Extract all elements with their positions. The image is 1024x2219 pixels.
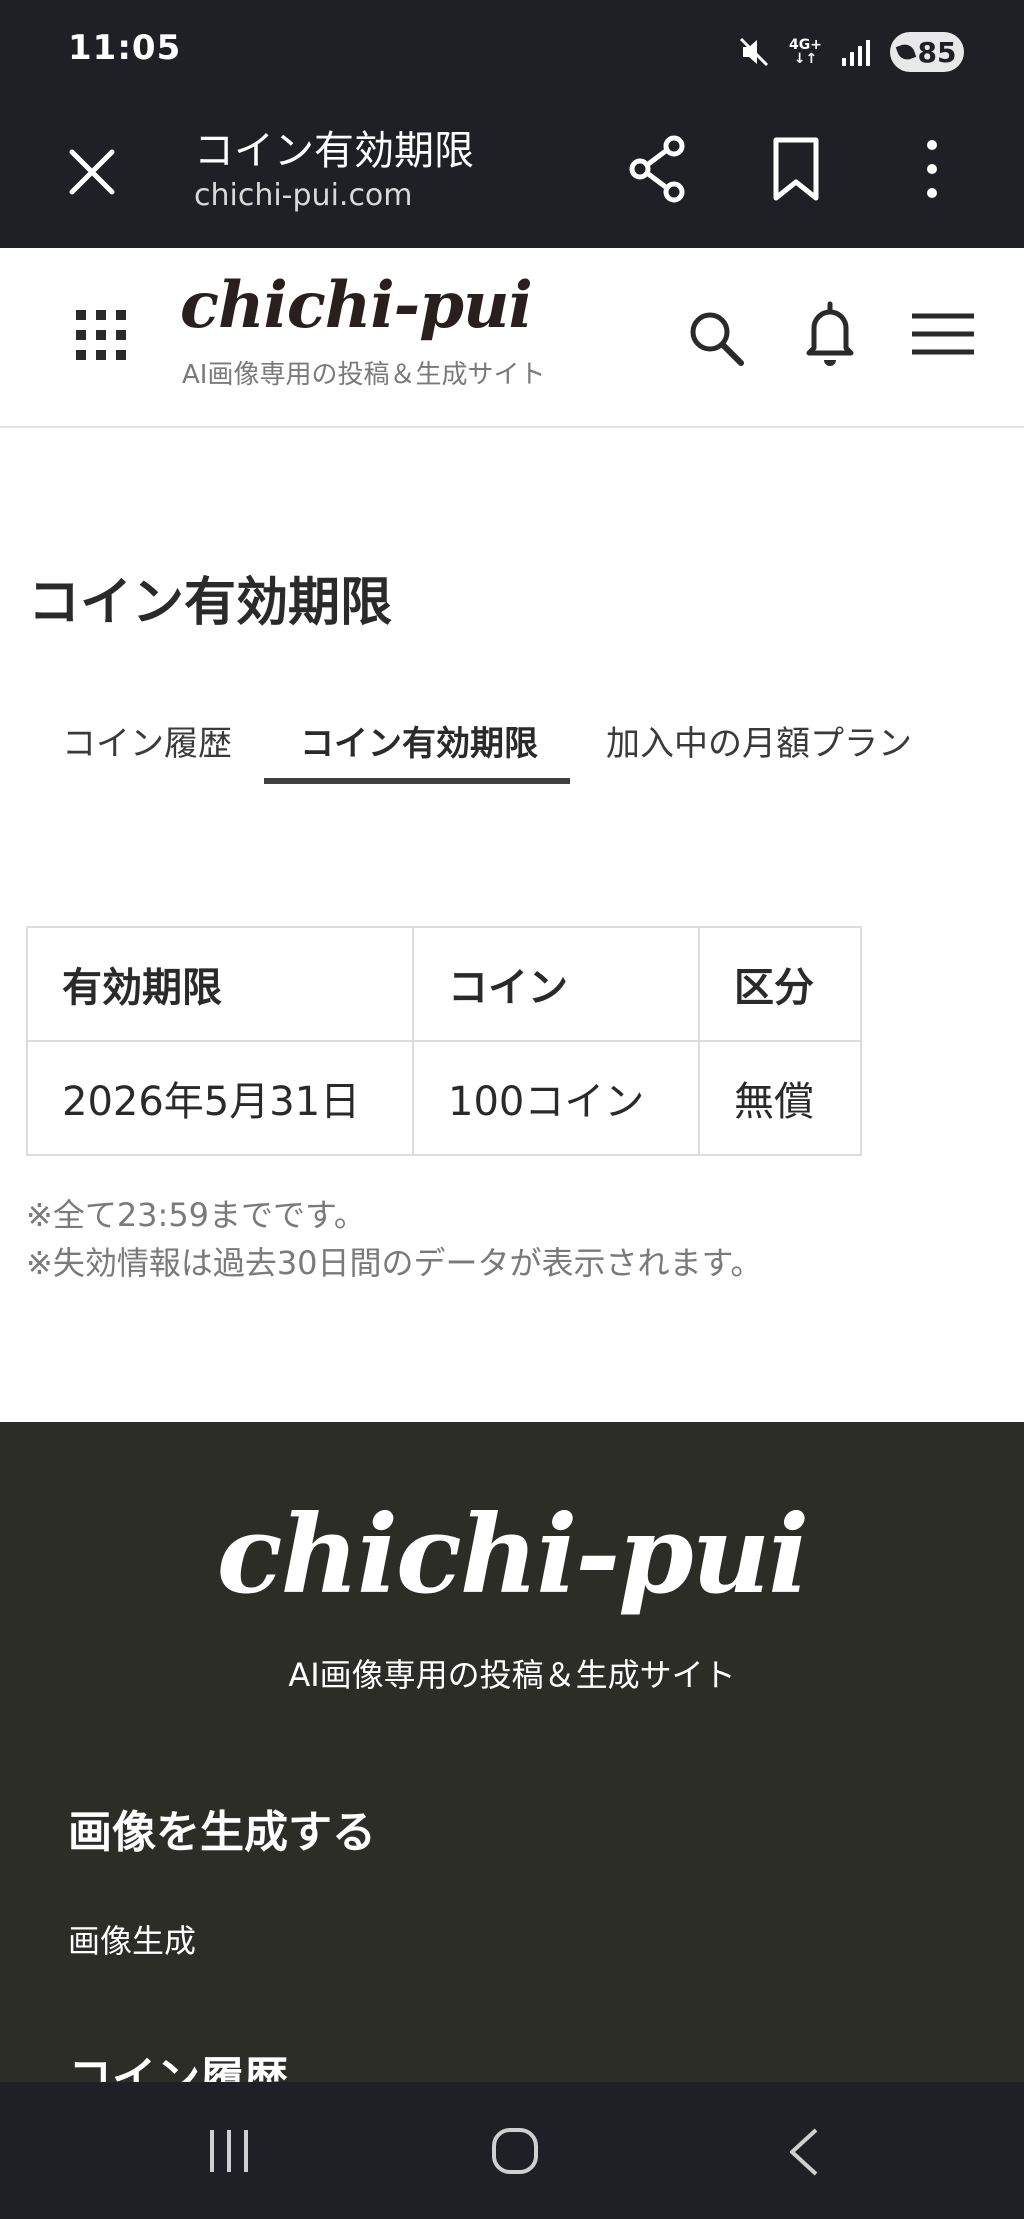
footer-logo[interactable]: chichi-pui — [0, 1492, 1024, 1618]
status-time: 11:05 — [68, 28, 182, 68]
search-icon[interactable] — [686, 308, 746, 368]
footer-tagline: AI画像専用の投稿＆生成サイト — [288, 1656, 736, 1694]
tab-coin-history[interactable]: コイン履歴 — [62, 716, 232, 765]
cell-expiry-date: 2026年5月31日 — [26, 1040, 414, 1156]
home-icon[interactable] — [490, 2126, 540, 2176]
recent-apps-icon[interactable] — [206, 2128, 252, 2174]
mute-icon — [739, 37, 769, 67]
bookmark-icon[interactable] — [766, 136, 826, 202]
close-icon[interactable] — [62, 142, 122, 202]
header-expiry: 有効期限 — [26, 926, 414, 1042]
battery-icon: 85 — [890, 32, 964, 72]
site-header: chichi-pui AI画像専用の投稿＆生成サイト — [0, 248, 1024, 428]
coin-expiry-table: 有効期限 コイン 区分 2026年5月31日 100コイン 無償 — [26, 926, 862, 1156]
site-logo[interactable]: chichi-pui — [180, 268, 533, 343]
page-title: コイン有効期限 — [28, 573, 393, 633]
cell-category: 無償 — [698, 1040, 862, 1156]
network-indicator: 4G+ ↓↑ — [789, 37, 822, 67]
tab-monthly-plan[interactable]: 加入中の月額プラン — [606, 716, 912, 765]
active-tab-indicator — [264, 778, 570, 784]
status-bar: 11:05 4G+ ↓↑ 85 — [0, 0, 1024, 104]
tab-bar: コイン履歴 コイン有効期限 加入中の月額プラン — [28, 700, 1024, 790]
site-tagline: AI画像専用の投稿＆生成サイト — [182, 360, 546, 390]
tab-coin-expiry[interactable]: コイン有効期限 — [300, 716, 538, 765]
footer-section-generate: 画像を生成する — [68, 1807, 376, 1858]
back-icon[interactable] — [784, 2126, 824, 2178]
browser-toolbar: コイン有効期限 chichi-pui.com — [0, 104, 1024, 248]
signal-icon — [842, 40, 870, 66]
note-time: ※全て23:59までです。 — [26, 1196, 366, 1234]
notification-bell-icon[interactable] — [802, 300, 858, 368]
table-header-row: 有効期限 コイン 区分 — [26, 926, 862, 1042]
site-footer: chichi-pui AI画像専用の投稿＆生成サイト 画像を生成する 画像生成 … — [0, 1422, 1024, 2104]
system-nav-bar — [0, 2082, 1024, 2219]
header-coin: コイン — [412, 926, 700, 1042]
status-icons: 4G+ ↓↑ 85 — [737, 28, 964, 76]
cell-coin-amount: 100コイン — [412, 1040, 700, 1156]
hamburger-menu-icon[interactable] — [910, 310, 976, 358]
more-options-icon[interactable] — [912, 136, 952, 202]
browser-url[interactable]: chichi-pui.com — [194, 178, 413, 213]
table-row: 2026年5月31日 100コイン 無償 — [26, 1040, 862, 1156]
header-category: 区分 — [698, 926, 862, 1042]
apps-grid-icon[interactable] — [76, 310, 126, 360]
footer-link-image-generate[interactable]: 画像生成 — [68, 1916, 196, 1962]
share-icon[interactable] — [628, 134, 688, 204]
note-expiry-info: ※失効情報は過去30日間のデータが表示されます。 — [26, 1244, 763, 1282]
browser-page-title: コイン有効期限 — [194, 128, 474, 174]
